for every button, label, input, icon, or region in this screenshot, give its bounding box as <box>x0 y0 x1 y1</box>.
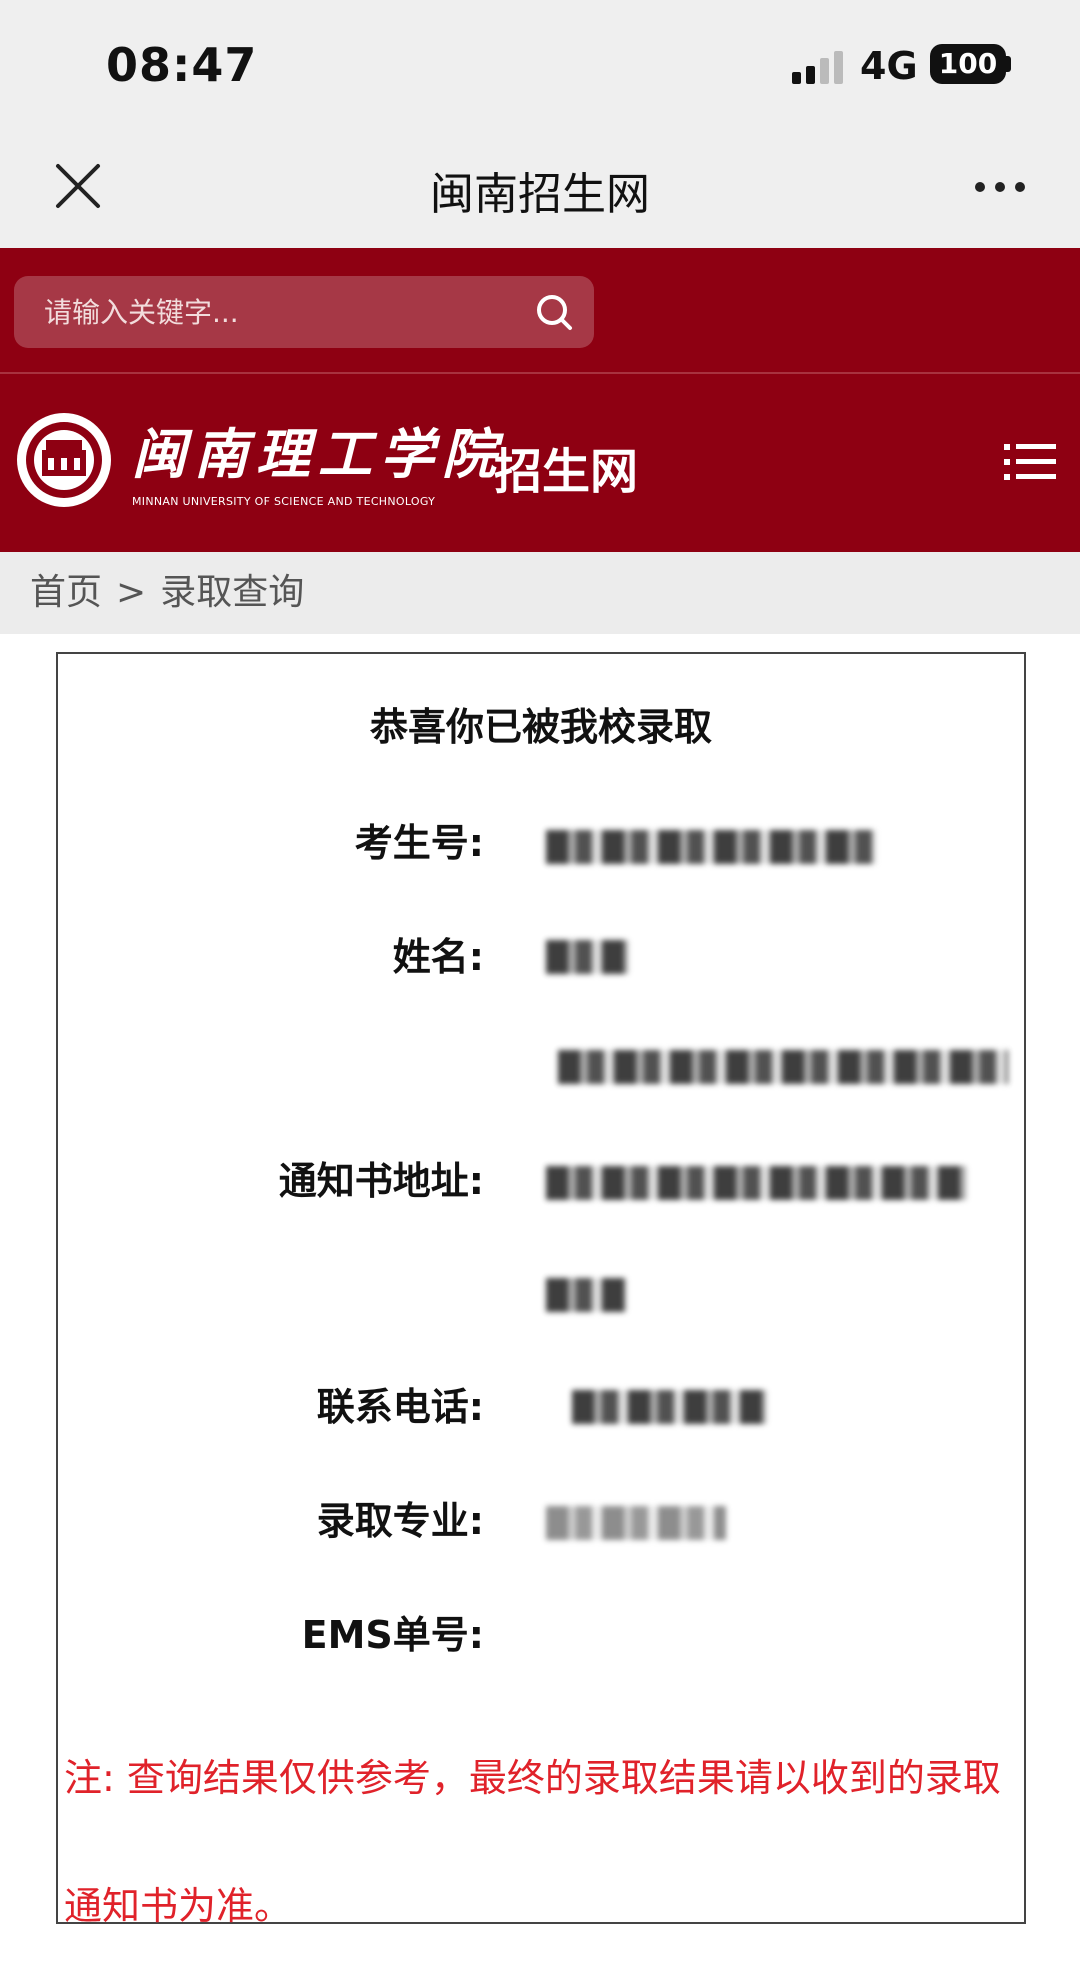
battery-icon: 100 <box>930 44 1006 84</box>
battery-tip <box>1006 56 1011 72</box>
network-type: 4G <box>860 44 918 88</box>
status-time: 08:47 <box>106 38 258 92</box>
major-value-redacted <box>546 1506 726 1540</box>
site-header: 闽南理工学院 MINNAN UNIVERSITY OF SCIENCE AND … <box>0 374 1080 552</box>
search-icon[interactable] <box>534 292 574 332</box>
name-value-redacted <box>546 940 628 974</box>
name-label: 姓名: <box>392 935 484 979</box>
address-value-redacted-line1 <box>558 1050 1008 1084</box>
university-seal-icon <box>17 413 111 507</box>
logo-english-name: MINNAN UNIVERSITY OF SCIENCE AND TECHNOL… <box>132 495 436 508</box>
phone-value-redacted <box>572 1390 766 1424</box>
ems-label: EMS单号: <box>301 1613 484 1657</box>
address-label: 通知书地址: <box>278 1159 484 1203</box>
exam-number-value-redacted <box>546 830 876 864</box>
result-title: 恭喜你已被我校录取 <box>369 705 712 749</box>
breadcrumb: 首页 > 录取查询 <box>0 552 1080 634</box>
nav-bar: 闽南招生网 <box>0 128 1080 248</box>
page-title: 闽南招生网 <box>430 169 650 220</box>
search-box <box>14 276 594 348</box>
phone-label: 联系电话: <box>316 1385 484 1429</box>
breadcrumb-separator: > <box>116 572 147 613</box>
exam-number-label: 考生号: <box>354 821 484 865</box>
address-value-redacted-line3 <box>546 1278 626 1312</box>
more-icon[interactable] <box>970 162 1030 212</box>
logo-chinese-name: 闽南理工学院 <box>132 422 504 486</box>
search-bar <box>0 248 1080 374</box>
admission-result-card: 恭喜你已被我校录取 考生号: 姓名: 通知书地址: 联系电话: 录取专业: EM… <box>56 652 1026 1928</box>
address-value-redacted-line2 <box>546 1166 966 1200</box>
signal-icon <box>792 51 843 84</box>
university-logo[interactable]: 闽南理工学院 MINNAN UNIVERSITY OF SCIENCE AND … <box>132 410 504 510</box>
disclaimer-note: 注: 查询结果仅供参考，最终的录取结果请以收到的录取通知书为准。 <box>64 1756 1001 1928</box>
search-input[interactable] <box>44 276 514 348</box>
major-label: 录取专业: <box>316 1499 484 1543</box>
menu-icon[interactable] <box>1002 438 1058 486</box>
breadcrumb-current: 录取查询 <box>160 572 305 613</box>
breadcrumb-home[interactable]: 首页 <box>30 572 102 613</box>
status-bar: 08:47 4G 100 <box>0 0 1080 128</box>
site-name: 招生网 <box>494 444 639 500</box>
